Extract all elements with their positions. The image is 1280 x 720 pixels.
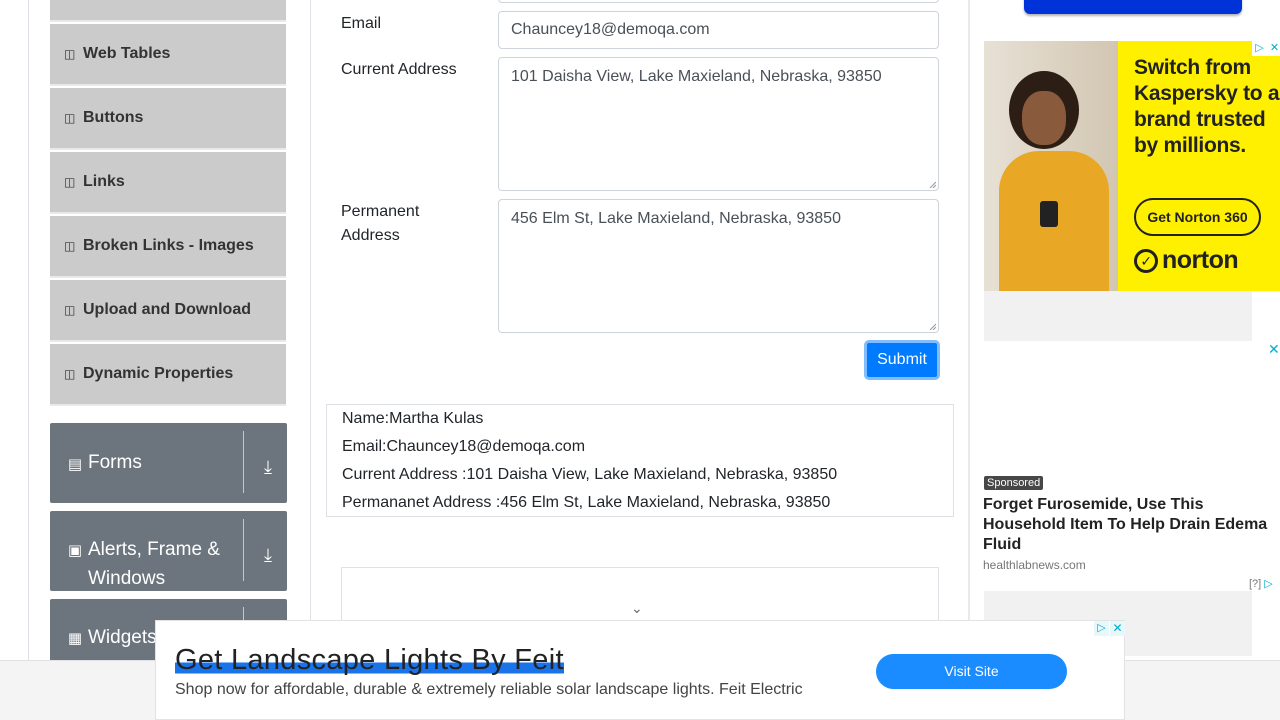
sidebar-item-label: Upload and Download xyxy=(83,301,251,318)
right-rail xyxy=(968,0,970,660)
bottom-banner-ad[interactable]: Get Landscape Lights By Feit Shop now fo… xyxy=(155,620,1125,720)
ad-top-button[interactable] xyxy=(1024,0,1242,14)
permanent-address-field[interactable]: 456 Elm St, Lake Maxieland, Nebraska, 93… xyxy=(498,199,939,333)
full-name-input[interactable] xyxy=(498,0,939,3)
permanent-address-label: Permanent Address xyxy=(341,203,420,244)
adchoices-icon: ▷ xyxy=(1264,578,1273,590)
ad-placeholder xyxy=(984,291,1252,341)
output-current-address: Current Address :101 Daisha View, Lake M… xyxy=(342,466,838,483)
sidebar-item-upload-download[interactable]: ◫ Upload and Download xyxy=(50,280,286,342)
output-name: Name:Martha Kulas xyxy=(342,410,484,427)
sidebar-group-alerts[interactable]: ▣ Alerts, Frame & Windows ⤓ xyxy=(50,511,287,591)
checkmark-icon: ✓ xyxy=(1134,249,1158,273)
group-label: Alerts, Frame & Windows xyxy=(88,539,220,589)
sponsored-title[interactable]: Forget Furosemide, Use This Household It… xyxy=(983,495,1275,555)
output-permanent-address: Permananet Address :456 Elm St, Lake Max… xyxy=(342,494,831,511)
window-icon: ▣ xyxy=(67,542,83,559)
widgets-icon: ▦ xyxy=(67,630,83,647)
sidebar-group-forms[interactable]: ▤ Forms ⤓ xyxy=(50,423,287,503)
sidebar-item-dynamic-properties[interactable]: ◫ Dynamic Properties xyxy=(50,344,286,406)
adchoices-icon[interactable]: ▷ xyxy=(1252,41,1267,56)
divider xyxy=(243,519,244,581)
page: ◫ Web Tables ◫ Buttons ◫ Links ◫ Broken … xyxy=(0,0,1280,720)
banner-title: Get Landscape Lights By Feit xyxy=(175,643,564,677)
current-address-label: Current Address xyxy=(341,61,457,78)
norton-cta-button[interactable]: Get Norton 360 xyxy=(1134,198,1261,236)
output-email: Email:Chauncey18@demoqa.com xyxy=(342,438,586,455)
banner-title-text: Get Landscape Lights By Feit xyxy=(175,644,564,676)
current-address-field[interactable]: 101 Daisha View, Lake Maxieland, Nebrask… xyxy=(498,57,939,191)
divider xyxy=(243,431,244,493)
ad-photo xyxy=(984,41,1118,291)
help-text: [?] xyxy=(1249,578,1262,590)
sidebar-item-buttons[interactable]: ◫ Buttons xyxy=(50,88,286,150)
photo-face xyxy=(1022,91,1066,145)
sidebar-item-partial[interactable] xyxy=(50,0,286,22)
sidebar-item-label: Links xyxy=(83,173,125,190)
sidebar-item-links[interactable]: ◫ Links xyxy=(50,152,286,214)
norton-logo-text: norton xyxy=(1162,246,1239,274)
close-icon[interactable]: ✕ xyxy=(1110,621,1125,636)
sidebar-item-label: Web Tables xyxy=(83,45,171,62)
email-label: Email xyxy=(341,15,382,32)
sidebar-item-label: Dynamic Properties xyxy=(83,365,234,382)
ad-help-link[interactable]: [?] ▷ xyxy=(1249,577,1273,590)
resize-handle-icon[interactable] xyxy=(928,322,936,330)
current-address-value: 101 Daisha View, Lake Maxieland, Nebrask… xyxy=(511,68,882,85)
sidebar-item-web-tables[interactable]: ◫ Web Tables xyxy=(50,24,286,86)
sidebar-item-label: Broken Links - Images xyxy=(83,237,254,254)
norton-logo: ✓ norton xyxy=(1134,246,1239,275)
chevron-down-icon[interactable]: ⌄ xyxy=(631,600,643,617)
html5-icon: ◫ xyxy=(64,367,76,381)
left-rail xyxy=(28,0,29,660)
sidebar-item-broken-links[interactable]: ◫ Broken Links - Images xyxy=(50,216,286,278)
html5-icon: ◫ xyxy=(64,175,76,189)
visit-site-button[interactable]: Visit Site xyxy=(876,654,1067,689)
permanent-address-value: 456 Elm St, Lake Maxieland, Nebraska, 93… xyxy=(511,210,841,227)
html5-icon: ◫ xyxy=(64,239,76,253)
html5-icon: ◫ xyxy=(64,303,76,317)
resize-handle-icon[interactable] xyxy=(928,180,936,188)
download-icon[interactable]: ⤓ xyxy=(258,545,278,565)
group-label: Forms xyxy=(88,452,142,473)
sidebar-item-label: Buttons xyxy=(83,109,144,126)
close-icon[interactable]: ✕ xyxy=(1267,41,1280,56)
html5-icon: ◫ xyxy=(64,111,76,125)
submit-button[interactable]: Submit xyxy=(864,340,940,380)
close-icon[interactable]: ✕ xyxy=(1268,341,1280,358)
photo-phone xyxy=(1040,201,1058,227)
group-label: Widgets xyxy=(88,627,157,648)
norton-headline: Switch from Kaspersky to a brand trusted… xyxy=(1134,56,1280,157)
document-icon: ▤ xyxy=(67,456,83,473)
sponsored-source[interactable]: healthlabnews.com xyxy=(983,558,1086,572)
output-box: Name:Martha Kulas Email:Chauncey18@demoq… xyxy=(326,404,954,517)
sponsored-badge: Sponsored xyxy=(984,476,1044,490)
adchoices-icon[interactable]: ▷ xyxy=(1094,621,1109,636)
banner-subtitle: Shop now for affordable, durable & extre… xyxy=(175,681,803,698)
norton-ad[interactable]: Switch from Kaspersky to a brand trusted… xyxy=(984,41,1280,291)
email-field[interactable]: Chauncey18@demoqa.com xyxy=(498,11,939,49)
html5-icon: ◫ xyxy=(64,47,76,61)
download-icon[interactable]: ⤓ xyxy=(258,457,278,477)
content-rail xyxy=(310,0,311,660)
